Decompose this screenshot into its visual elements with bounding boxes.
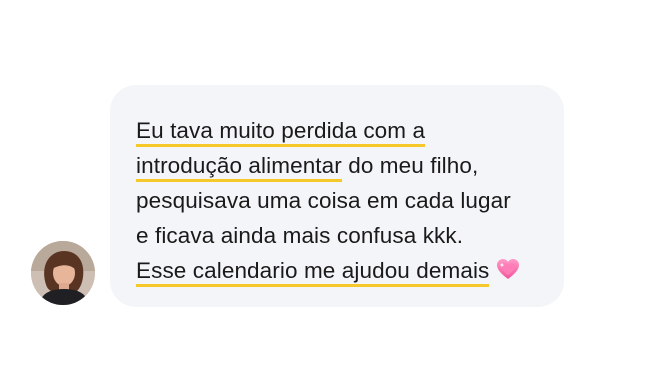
highlighted-text: introdução alimentar bbox=[136, 153, 342, 182]
avatar-photo bbox=[31, 241, 95, 305]
message-line-1: Eu tava muito perdida com a bbox=[136, 113, 540, 148]
testimonial-bubble: Eu tava muito perdida com a introdução a… bbox=[110, 85, 564, 307]
message-line-3: pesquisava uma coisa em cada lugar bbox=[136, 183, 540, 218]
message-line-5: Esse calendario me ajudou demais bbox=[136, 253, 540, 288]
message-line-2: introdução alimentar do meu filho, bbox=[136, 148, 540, 183]
avatar[interactable] bbox=[31, 241, 95, 305]
message-text: e ficava ainda mais confusa kkk. bbox=[136, 223, 464, 248]
message-text: do meu filho, bbox=[341, 153, 479, 178]
message-line-4: e ficava ainda mais confusa kkk. bbox=[136, 218, 540, 253]
sparkling-heart-icon bbox=[495, 257, 521, 281]
highlighted-text: Eu tava muito perdida com a bbox=[136, 118, 426, 147]
message-text: pesquisava uma coisa em cada lugar bbox=[136, 188, 511, 213]
highlighted-text: Esse calendario me ajudou demais bbox=[136, 258, 490, 287]
